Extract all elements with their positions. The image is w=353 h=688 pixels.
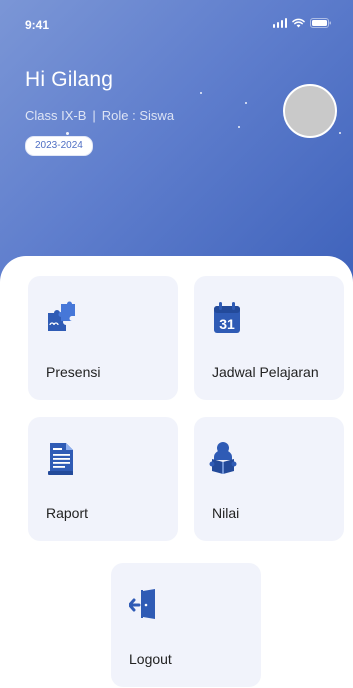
- status-icons: [272, 18, 331, 28]
- calendar-icon: 31: [214, 302, 240, 333]
- wifi-icon: [292, 18, 305, 28]
- sparkle-decoration: [66, 132, 69, 135]
- signal-icon: [272, 18, 287, 28]
- sparkle-decoration: [245, 102, 247, 104]
- nilai-label: Nilai: [212, 505, 240, 521]
- sparkle-decoration: [200, 92, 202, 94]
- info-separator: |: [92, 108, 96, 123]
- calendar-day-number: 31: [219, 316, 235, 332]
- avatar[interactable]: [283, 84, 337, 138]
- puzzle-icon: [48, 301, 75, 331]
- presensi-card[interactable]: Presensi: [28, 276, 178, 400]
- sparkle-decoration: [339, 132, 341, 134]
- jadwal-pelajaran-card[interactable]: 31 Jadwal Pelajaran: [194, 276, 344, 400]
- report-document-icon: [48, 443, 73, 475]
- battery-icon: [310, 18, 331, 28]
- logout-label: Logout: [129, 651, 172, 667]
- sparkle-decoration: [238, 126, 240, 128]
- profile-header: 9:41 Hi Gilang Class IX-B | Role : Siswa…: [0, 0, 353, 290]
- nilai-card[interactable]: Nilai: [194, 417, 344, 541]
- jadwal-pelajaran-label: Jadwal Pelajaran: [212, 364, 319, 380]
- student-reading-icon: [209, 442, 237, 474]
- academic-year-badge: 2023-2024: [25, 136, 93, 156]
- role-text: Role : Siswa: [101, 108, 175, 123]
- logout-card[interactable]: Logout: [111, 563, 261, 687]
- status-time: 9:41: [25, 18, 50, 32]
- class-text: Class IX-B: [25, 108, 87, 123]
- status-bar: 9:41: [0, 0, 353, 44]
- presensi-label: Presensi: [46, 364, 101, 380]
- logout-door-icon: [129, 589, 155, 619]
- raport-card[interactable]: Raport: [28, 417, 178, 541]
- class-role-info: Class IX-B | Role : Siswa: [25, 108, 174, 123]
- raport-label: Raport: [46, 505, 89, 521]
- greeting-title: Hi Gilang: [25, 68, 114, 91]
